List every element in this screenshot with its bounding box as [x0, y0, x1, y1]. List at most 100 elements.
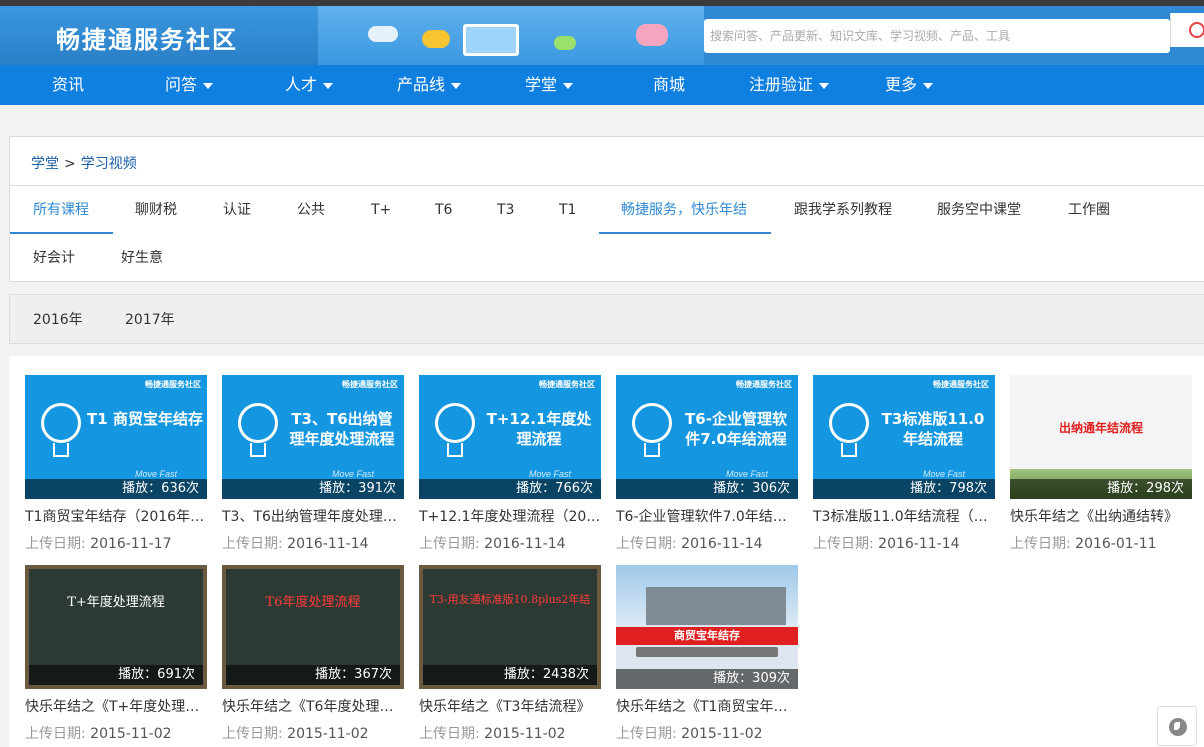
upload-date: 上传日期: 2016-01-11 [1010, 533, 1192, 553]
course-title[interactable]: T3标准版11.0年结流程（2016年版） [813, 506, 995, 526]
upload-date: 上传日期: 2015-11-02 [25, 723, 207, 743]
thumb-building [646, 587, 786, 625]
site-title[interactable]: 畅捷通服务社区 [56, 20, 238, 55]
upload-date: 上传日期: 2016-11-14 [222, 533, 404, 553]
course-thumbnail[interactable]: 出纳通年结流程 播放：298次 [1010, 375, 1192, 499]
breadcrumb-academy[interactable]: 学堂 [31, 156, 59, 172]
tab-certification[interactable]: 认证 [223, 186, 251, 234]
year-2016[interactable]: 2016年 [33, 295, 83, 345]
upload-date-value: 2015-11-02 [484, 726, 566, 742]
course-thumbnail[interactable]: T6年度处理流程 播放：367次 [222, 565, 404, 689]
nav-products[interactable]: 产品线 [397, 65, 462, 105]
play-count: 播放：691次 [29, 665, 203, 685]
chevron-down-icon [451, 82, 462, 89]
thumb-brand: 畅捷通服务社区 [342, 380, 398, 389]
year-2017[interactable]: 2017年 [125, 295, 175, 345]
upload-date-label: 上传日期: [25, 536, 86, 552]
tab-underline [10, 232, 113, 234]
tab-tplus[interactable]: T+ [371, 186, 391, 234]
course-title[interactable]: 快乐年结之《T6年度处理流程》 [222, 696, 404, 716]
tab-work-circle[interactable]: 工作圈 [1068, 186, 1110, 234]
course-title[interactable]: 快乐年结之《T3年结流程》 [419, 696, 601, 716]
thumb-title: T+年度处理流程 [67, 595, 165, 610]
tab-tax[interactable]: 聊财税 [135, 186, 177, 234]
breadcrumb-videos[interactable]: 学习视频 [81, 156, 137, 172]
nav-more[interactable]: 更多 [885, 65, 934, 105]
tab-all-courses[interactable]: 所有课程 [33, 186, 89, 234]
thumb-title: T6-企业管理软件7.0年结流程 [685, 410, 787, 448]
course-thumbnail[interactable]: 畅捷通服务社区 T+12.1年度处理流程 Move Fast 播放：766次 [419, 375, 601, 499]
nav-qa[interactable]: 问答 [165, 65, 214, 105]
lightbulb-base [250, 443, 266, 457]
tab-good-business[interactable]: 好生意 [121, 234, 163, 282]
course-thumbnail[interactable]: 商贸宝年结存 播放：309次 [616, 565, 798, 689]
course-thumbnail[interactable]: T+年度处理流程 播放：691次 [25, 565, 207, 689]
upload-date: 上传日期: 2015-11-02 [616, 723, 798, 743]
thumb-brand: 畅捷通服务社区 [933, 380, 989, 389]
course-title[interactable]: 快乐年结之《T1商贸宝年结存》 [616, 696, 798, 716]
nav-news[interactable]: 资讯 [52, 65, 84, 105]
upload-date-label: 上传日期: [1010, 536, 1071, 552]
lightbulb-icon [632, 403, 672, 443]
nav-registration[interactable]: 注册验证 [749, 65, 830, 105]
upload-date: 上传日期: 2015-11-02 [419, 723, 601, 743]
course-title[interactable]: T3、T6出纳管理年度处理流程 [222, 506, 404, 526]
course-title[interactable]: T6-企业管理软件7.0年结流程 [616, 506, 798, 526]
course-thumbnail[interactable]: 畅捷通服务社区 T3标准版11.0年结流程 Move Fast 播放：798次 [813, 375, 995, 499]
play-count: 播放：298次 [1010, 479, 1192, 499]
course-title[interactable]: T+12.1年度处理流程（2016年版） [419, 506, 601, 526]
mail-icon [554, 36, 576, 50]
thumb-title: T3、T6出纳管理年度处理流程 [289, 410, 395, 448]
tab-learn-with-me[interactable]: 跟我学系列教程 [794, 186, 892, 234]
upload-date-label: 上传日期: [616, 726, 677, 742]
upload-date-value: 2016-11-17 [90, 536, 172, 552]
upload-date-value: 2015-11-02 [90, 726, 172, 742]
tab-t6[interactable]: T6 [435, 186, 452, 234]
upload-date-label: 上传日期: [419, 726, 480, 742]
search-input[interactable] [704, 19, 1164, 53]
laptop-icon [463, 24, 519, 56]
course-title[interactable]: T1商贸宝年结存（2016年版） [25, 506, 207, 526]
play-count: 播放：391次 [222, 479, 404, 499]
course-thumbnail[interactable]: 畅捷通服务社区 T3、T6出纳管理年度处理流程 Move Fast 播放：391… [222, 375, 404, 499]
upload-date: 上传日期: 2015-11-02 [222, 723, 404, 743]
cloud-icon [422, 30, 450, 48]
play-count: 播放：309次 [616, 669, 798, 689]
tab-t3[interactable]: T3 [497, 186, 514, 234]
lightbulb-base [53, 443, 69, 457]
thumb-title: 出纳通年结流程 [1058, 421, 1143, 435]
main-nav: 资讯 问答 人才 产品线 学堂 商城 注册验证 更多 [0, 65, 1204, 105]
tab-public[interactable]: 公共 [297, 186, 325, 234]
play-count: 播放：798次 [813, 479, 995, 499]
tab-t1[interactable]: T1 [559, 186, 576, 234]
nav-academy[interactable]: 学堂 [525, 65, 574, 105]
category-tabs: 所有课程 聊财税 认证 公共 T+ T6 T3 T1 畅捷服务，快乐年结 跟我学… [9, 186, 1204, 282]
nav-label: 商城 [653, 75, 686, 94]
thumb-title: T6年度处理流程 [265, 595, 361, 610]
thumb-slogan: Move Fast [726, 469, 769, 479]
lightbulb-base [841, 443, 857, 457]
course-thumbnail[interactable]: T3-用友通标准版10.8plus2年结 播放：2438次 [419, 565, 601, 689]
nav-label: 资讯 [52, 75, 85, 94]
course-grid: 畅捷通服务社区 T1 商贸宝年结存 Move Fast 播放：636次 T1商贸… [9, 356, 1204, 747]
language-button[interactable] [1157, 706, 1197, 746]
search-button[interactable] [1170, 13, 1204, 47]
lightbulb-icon [435, 403, 475, 443]
nav-label: 人才 [285, 75, 318, 94]
tab-happy-year-end[interactable]: 畅捷服务，快乐年结 [621, 186, 747, 234]
thumb-brand: 畅捷通服务社区 [736, 380, 792, 389]
upload-date-label: 上传日期: [616, 536, 677, 552]
thumb-title: T1 商贸宝年结存 [87, 410, 203, 428]
tab-air-classroom[interactable]: 服务空中课堂 [937, 186, 1021, 234]
course-thumbnail[interactable]: 畅捷通服务社区 T1 商贸宝年结存 Move Fast 播放：636次 [25, 375, 207, 499]
site-logo[interactable]: 畅捷通服务社区 [0, 6, 318, 65]
nav-talent[interactable]: 人才 [285, 65, 334, 105]
upload-date-label: 上传日期: [25, 726, 86, 742]
course-thumbnail[interactable]: 畅捷通服务社区 T6-企业管理软件7.0年结流程 Move Fast 播放：30… [616, 375, 798, 499]
upload-date-label: 上传日期: [419, 536, 480, 552]
tab-good-accounting[interactable]: 好会计 [33, 234, 75, 282]
nav-store[interactable]: 商城 [653, 65, 685, 105]
course-title[interactable]: 快乐年结之《T+年度处理流程》 [25, 696, 207, 716]
course-title[interactable]: 快乐年结之《出纳通结转》 [1010, 506, 1192, 526]
lightbulb-icon [41, 403, 81, 443]
